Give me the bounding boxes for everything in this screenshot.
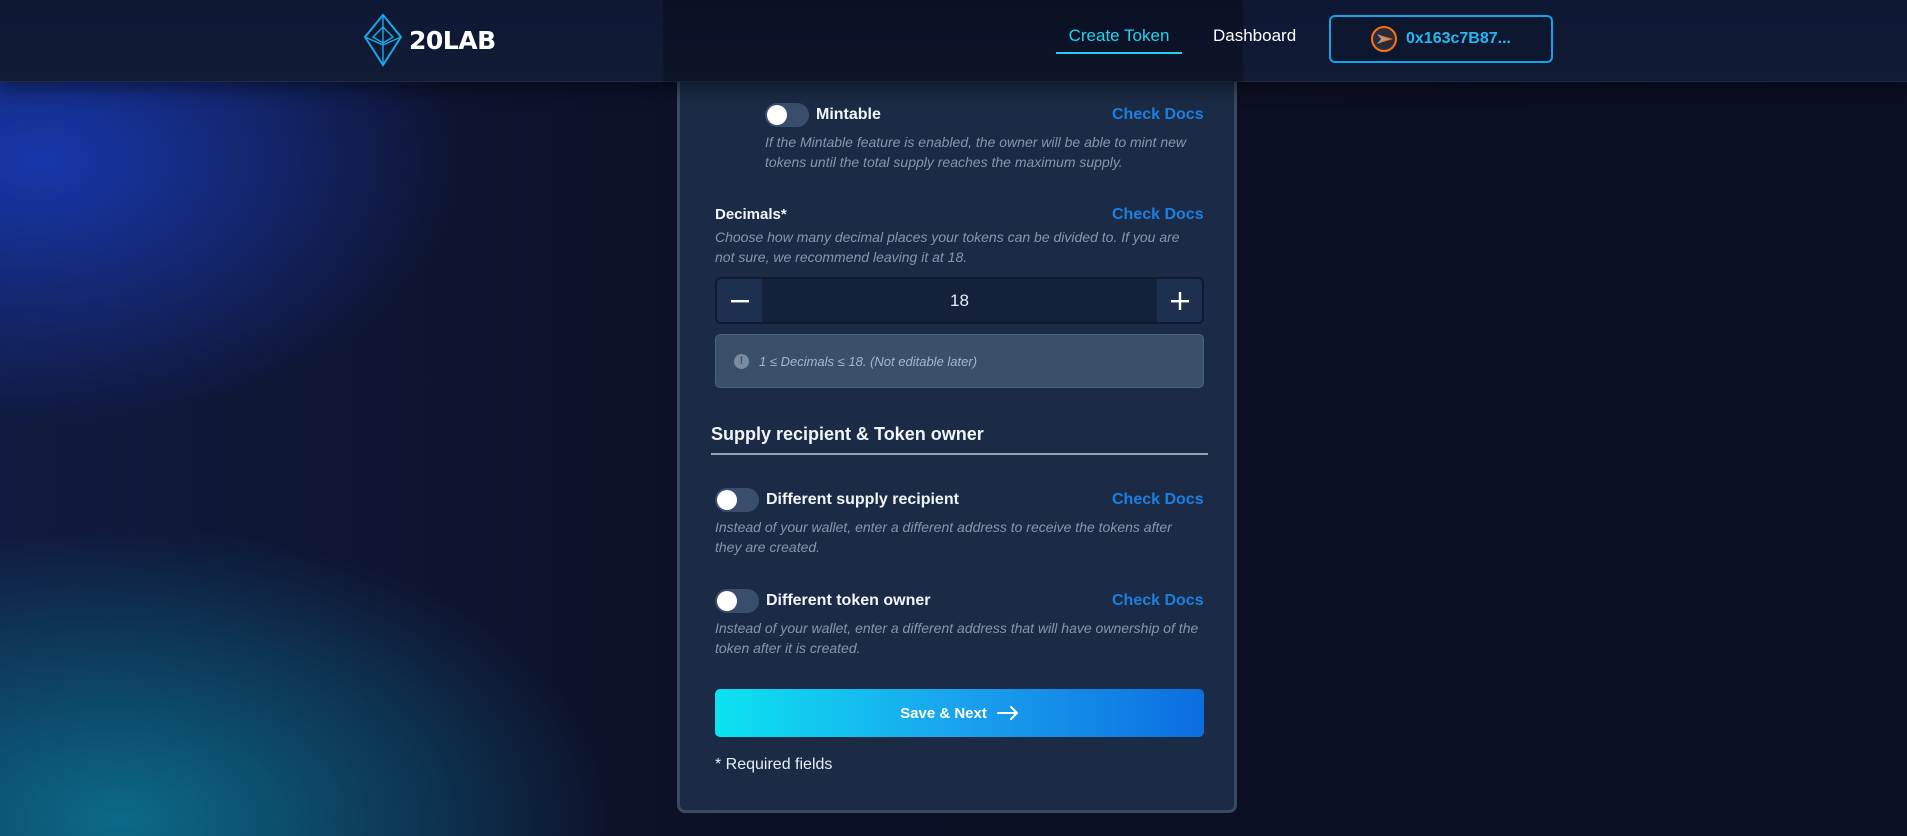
info-icon: !: [734, 353, 749, 369]
increment-button[interactable]: [1157, 279, 1202, 322]
mintable-check-docs-link[interactable]: Check Docs: [1112, 106, 1204, 124]
logo[interactable]: 20LAB: [361, 13, 496, 67]
decimals-stepper: 18: [715, 277, 1204, 324]
section-divider: [711, 453, 1208, 455]
save-next-button[interactable]: Save & Next: [715, 689, 1204, 737]
decimals-description: Choose how many decimal places your toke…: [715, 229, 1180, 265]
token-owner-check-docs-link[interactable]: Check Docs: [1112, 592, 1204, 610]
token-owner-label: Different token owner: [766, 592, 931, 609]
token-owner-toggle[interactable]: [715, 589, 759, 613]
nav-create-token[interactable]: Create Token: [1056, 26, 1182, 54]
decimals-note-text: 1 ≤ Decimals ≤ 18. (Not editable later): [759, 353, 978, 369]
section-title: Supply recipient & Token owner: [711, 424, 984, 444]
ethereum-diamond-logo-icon: [363, 13, 403, 67]
decrement-button[interactable]: [717, 279, 762, 322]
decimals-check-docs-link[interactable]: Check Docs: [1112, 206, 1204, 224]
wallet-address: 0x163c7B87...: [1406, 30, 1511, 47]
arrow-right-icon: [996, 706, 1018, 720]
save-next-label: Save & Next: [900, 704, 987, 722]
decimals-label-row: Decimals*: [715, 206, 787, 223]
decimals-input[interactable]: 18: [762, 291, 1157, 311]
token-owner-row: Different token owner: [715, 589, 930, 613]
logo-text: 20LAB: [409, 25, 496, 55]
plus-icon: [1170, 291, 1189, 310]
decimals-label: Decimals*: [715, 206, 787, 223]
nav-dashboard[interactable]: Dashboard: [1213, 26, 1296, 46]
wallet-avatar-icon: [1371, 26, 1397, 52]
supply-recipient-description: Instead of your wallet, enter a differen…: [715, 519, 1172, 555]
mintable-toggle[interactable]: [765, 103, 809, 127]
required-fields-note: * Required fields: [715, 756, 833, 773]
wallet-button[interactable]: 0x163c7B87...: [1329, 15, 1553, 63]
mintable-description: If the Mintable feature is enabled, the …: [765, 134, 1187, 170]
supply-recipient-check-docs-link[interactable]: Check Docs: [1112, 491, 1204, 509]
supply-recipient-row: Different supply recipient: [715, 488, 959, 512]
supply-recipient-toggle[interactable]: [715, 488, 759, 512]
token-form-card: Mintable Check Docs If the Mintable feat…: [677, 60, 1237, 813]
token-owner-description: Instead of your wallet, enter a differen…: [715, 620, 1199, 656]
supply-recipient-label: Different supply recipient: [766, 491, 959, 508]
mintable-row: Mintable: [765, 103, 881, 127]
decimals-info-note: ! 1 ≤ Decimals ≤ 18. (Not editable later…: [715, 334, 1204, 388]
top-navbar: 20LAB Create Token Dashboard 0x163c7B87.…: [0, 0, 1907, 82]
mintable-label: Mintable: [816, 106, 881, 123]
minus-icon: [730, 299, 749, 302]
